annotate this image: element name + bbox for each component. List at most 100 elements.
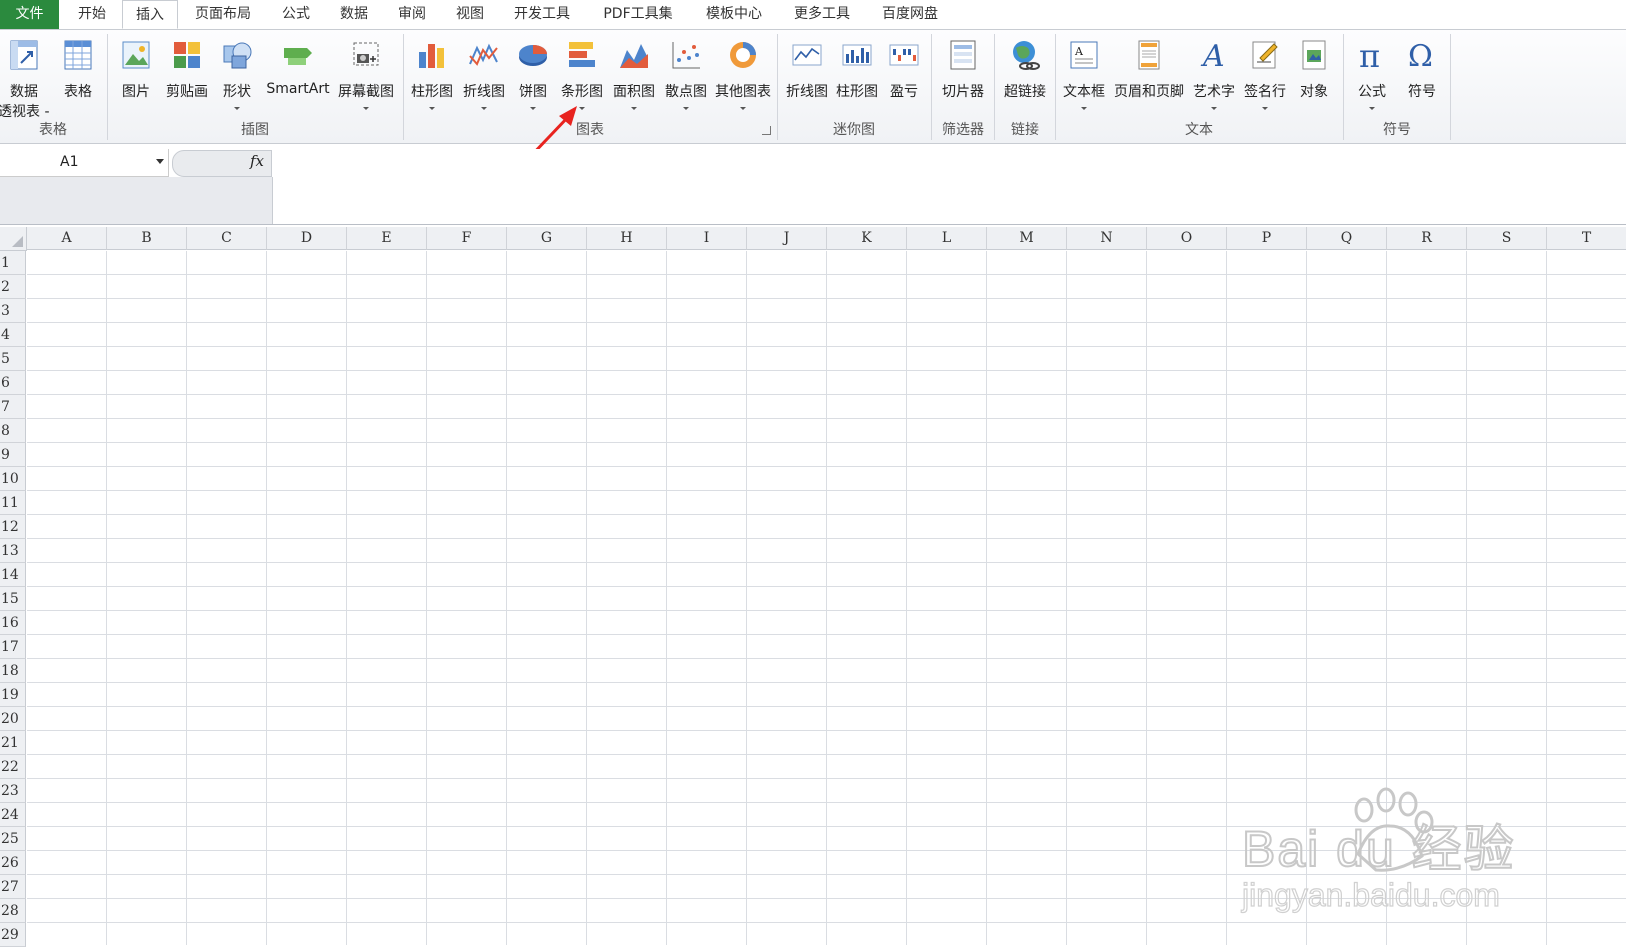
row-header-6[interactable]: 6: [0, 371, 26, 395]
column-header-l[interactable]: L: [907, 227, 987, 250]
sparkline-line-button[interactable]: 折线图: [782, 34, 832, 130]
row-header-9[interactable]: 9: [0, 443, 26, 467]
row-header-18[interactable]: 18: [0, 659, 26, 683]
shapes-label: 形状: [223, 84, 251, 100]
header-footer-button[interactable]: 页眉和页脚: [1110, 34, 1188, 130]
row-header-17[interactable]: 17: [0, 635, 26, 659]
column-header-i[interactable]: I: [667, 227, 747, 250]
group-label-symbols: 符号: [1383, 122, 1411, 138]
column-header-s[interactable]: S: [1467, 227, 1547, 250]
screenshot-button[interactable]: 屏幕截图: [334, 34, 398, 130]
column-header-b[interactable]: B: [107, 227, 187, 250]
line-chart-button[interactable]: 折线图: [459, 34, 509, 130]
row-header-22[interactable]: 22: [0, 755, 26, 779]
sparkline-line-icon: [792, 44, 822, 66]
tab-template-center[interactable]: 模板中心: [694, 0, 774, 29]
name-box[interactable]: A1: [0, 149, 169, 177]
row-header-13[interactable]: 13: [0, 539, 26, 563]
row-header-24[interactable]: 24: [0, 803, 26, 827]
column-header-o[interactable]: O: [1147, 227, 1227, 250]
textbox-button[interactable]: A 文本框: [1058, 34, 1110, 130]
scatter-chart-button[interactable]: 散点图: [661, 34, 711, 130]
column-header-k[interactable]: K: [827, 227, 907, 250]
row-header-29[interactable]: 29: [0, 923, 26, 947]
column-header-t[interactable]: T: [1547, 227, 1626, 250]
row-header-7[interactable]: 7: [0, 395, 26, 419]
table-button[interactable]: 表格: [56, 34, 100, 130]
column-header-j[interactable]: J: [747, 227, 827, 250]
tab-page-layout[interactable]: 页面布局: [182, 0, 264, 29]
column-header-d[interactable]: D: [267, 227, 347, 250]
row-header-8[interactable]: 8: [0, 419, 26, 443]
row-header-12[interactable]: 12: [0, 515, 26, 539]
pie-chart-icon: [519, 45, 547, 66]
row-header-11[interactable]: 11: [0, 491, 26, 515]
row-header-28[interactable]: 28: [0, 899, 26, 923]
row-header-16[interactable]: 16: [0, 611, 26, 635]
row-header-19[interactable]: 19: [0, 683, 26, 707]
column-header-n[interactable]: N: [1067, 227, 1147, 250]
column-header-p[interactable]: P: [1227, 227, 1307, 250]
row-header-1[interactable]: 1: [0, 251, 26, 275]
row-header-20[interactable]: 20: [0, 707, 26, 731]
column-header-f[interactable]: F: [427, 227, 507, 250]
tab-formulas[interactable]: 公式: [270, 0, 322, 29]
other-charts-button[interactable]: 其他图表: [711, 34, 775, 130]
object-button[interactable]: 对象: [1292, 34, 1336, 130]
picture-button[interactable]: 图片: [114, 34, 158, 130]
other-charts-label: 其他图表: [715, 84, 771, 100]
insert-function-icon[interactable]: fx: [250, 152, 264, 170]
smartart-button[interactable]: SmartArt: [263, 34, 333, 130]
signature-line-button[interactable]: 签名行: [1240, 34, 1290, 130]
row-header-2[interactable]: 2: [0, 275, 26, 299]
tab-developer[interactable]: 开发工具: [502, 0, 582, 29]
sparkline-column-icon: [842, 44, 872, 66]
tab-view[interactable]: 视图: [444, 0, 496, 29]
column-chart-button[interactable]: 柱形图: [407, 34, 457, 130]
slicer-button[interactable]: 切片器: [935, 34, 991, 130]
clipart-button[interactable]: 剪贴画: [161, 34, 213, 130]
column-header-a[interactable]: A: [27, 227, 107, 250]
row-header-10[interactable]: 10: [0, 467, 26, 491]
name-box-dropdown-icon[interactable]: [156, 159, 164, 164]
row-header-15[interactable]: 15: [0, 587, 26, 611]
equation-button[interactable]: π 公式: [1348, 34, 1396, 130]
sparkline-winloss-button[interactable]: 盈亏: [882, 34, 926, 130]
row-header-27[interactable]: 27: [0, 875, 26, 899]
row-header-5[interactable]: 5: [0, 347, 26, 371]
tab-baidu-netdisk[interactable]: 百度网盘: [870, 0, 950, 29]
wordart-button[interactable]: A 艺术字: [1190, 34, 1238, 130]
tab-more-tools[interactable]: 更多工具: [782, 0, 862, 29]
sparkline-column-button[interactable]: 柱形图: [832, 34, 882, 130]
row-header-23[interactable]: 23: [0, 779, 26, 803]
tab-home[interactable]: 开始: [62, 0, 122, 29]
shapes-button[interactable]: 形状: [215, 34, 259, 130]
column-header-c[interactable]: C: [187, 227, 267, 250]
row-header-25[interactable]: 25: [0, 827, 26, 851]
smartart-icon: [284, 48, 312, 65]
row-header-26[interactable]: 26: [0, 851, 26, 875]
row-header-4[interactable]: 4: [0, 323, 26, 347]
column-header-e[interactable]: E: [347, 227, 427, 250]
tab-pdf-tools[interactable]: PDF工具集: [592, 0, 684, 29]
tab-data[interactable]: 数据: [328, 0, 380, 29]
formula-input[interactable]: [273, 149, 1626, 224]
column-header-h[interactable]: H: [587, 227, 667, 250]
row-header-3[interactable]: 3: [0, 299, 26, 323]
column-header-g[interactable]: G: [507, 227, 587, 250]
symbol-button[interactable]: Ω 符号: [1398, 34, 1446, 130]
hyperlink-button[interactable]: 超链接: [998, 34, 1052, 130]
picture-icon: [122, 41, 150, 69]
tab-insert[interactable]: 插入: [122, 0, 178, 29]
row-header-14[interactable]: 14: [0, 563, 26, 587]
tab-review[interactable]: 审阅: [386, 0, 438, 29]
pivot-table-button[interactable]: 数据 透视表 -: [0, 34, 50, 130]
select-all-button[interactable]: [0, 227, 27, 251]
column-header-q[interactable]: Q: [1307, 227, 1387, 250]
column-header-r[interactable]: R: [1387, 227, 1467, 250]
charts-dialog-launcher-icon[interactable]: [762, 126, 771, 135]
area-chart-button[interactable]: 面积图: [609, 34, 659, 130]
row-header-21[interactable]: 21: [0, 731, 26, 755]
column-header-m[interactable]: M: [987, 227, 1067, 250]
tab-file[interactable]: 文件: [0, 0, 59, 29]
